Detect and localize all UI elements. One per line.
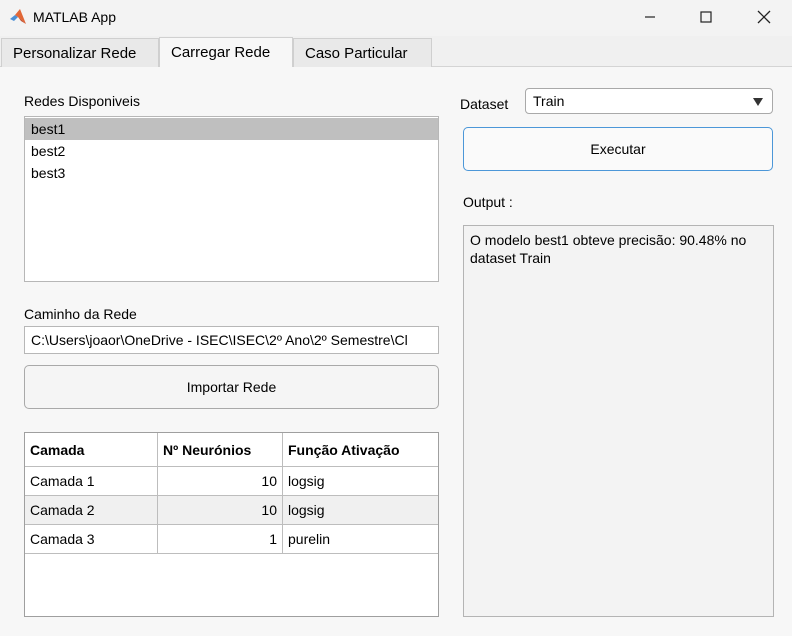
minimize-icon	[644, 10, 656, 26]
table-cell[interactable]: Camada 3	[25, 525, 158, 554]
path-label: Caminho da Rede	[24, 306, 137, 322]
table-cell[interactable]: 1	[158, 525, 283, 554]
maximize-button[interactable]	[683, 0, 729, 36]
title-bar: MATLAB App	[0, 0, 792, 36]
list-item[interactable]: best1	[25, 118, 438, 140]
table-cell[interactable]: logsig	[283, 467, 438, 496]
close-icon	[757, 10, 771, 27]
chevron-down-icon	[753, 98, 763, 106]
close-button[interactable]	[741, 0, 787, 36]
dataset-value: Train	[533, 93, 565, 109]
table-header-funcao[interactable]: Função Ativação	[283, 433, 438, 467]
output-label: Output :	[463, 194, 513, 210]
maximize-icon	[700, 10, 712, 26]
dataset-dropdown[interactable]: Train	[525, 88, 773, 114]
table-cell[interactable]: logsig	[283, 496, 438, 525]
table-cell[interactable]: purelin	[283, 525, 438, 554]
tab-carregar-rede[interactable]: Carregar Rede	[159, 37, 293, 67]
table-cell[interactable]: 10	[158, 467, 283, 496]
network-path-field[interactable]: C:\Users\joaor\OneDrive - ISEC\ISEC\2º A…	[24, 326, 439, 354]
execute-button[interactable]: Executar	[463, 127, 773, 171]
list-item[interactable]: best3	[25, 162, 438, 184]
tab-personalizar-rede[interactable]: Personalizar Rede	[1, 38, 159, 67]
table-header-neuronios[interactable]: Nº Neurónios	[158, 433, 283, 467]
layers-table: Camada Nº Neurónios Função Ativação Cama…	[24, 432, 439, 617]
list-item[interactable]: best2	[25, 140, 438, 162]
networks-listbox[interactable]: best1 best2 best3	[24, 116, 439, 282]
table-cell[interactable]: Camada 2	[25, 496, 158, 525]
dataset-label: Dataset	[460, 96, 509, 112]
window-title: MATLAB App	[33, 9, 117, 25]
table-cell[interactable]: Camada 1	[25, 467, 158, 496]
tab-caso-particular[interactable]: Caso Particular	[293, 38, 432, 67]
minimize-button[interactable]	[627, 0, 673, 36]
table-header-camada[interactable]: Camada	[25, 433, 158, 467]
table-cell[interactable]: 10	[158, 496, 283, 525]
import-network-button[interactable]: Importar Rede	[24, 365, 439, 409]
matlab-membrane-icon	[9, 8, 27, 26]
output-textarea[interactable]: O modelo best1 obteve precisão: 90.48% n…	[463, 225, 774, 617]
networks-label: Redes Disponiveis	[24, 93, 140, 109]
